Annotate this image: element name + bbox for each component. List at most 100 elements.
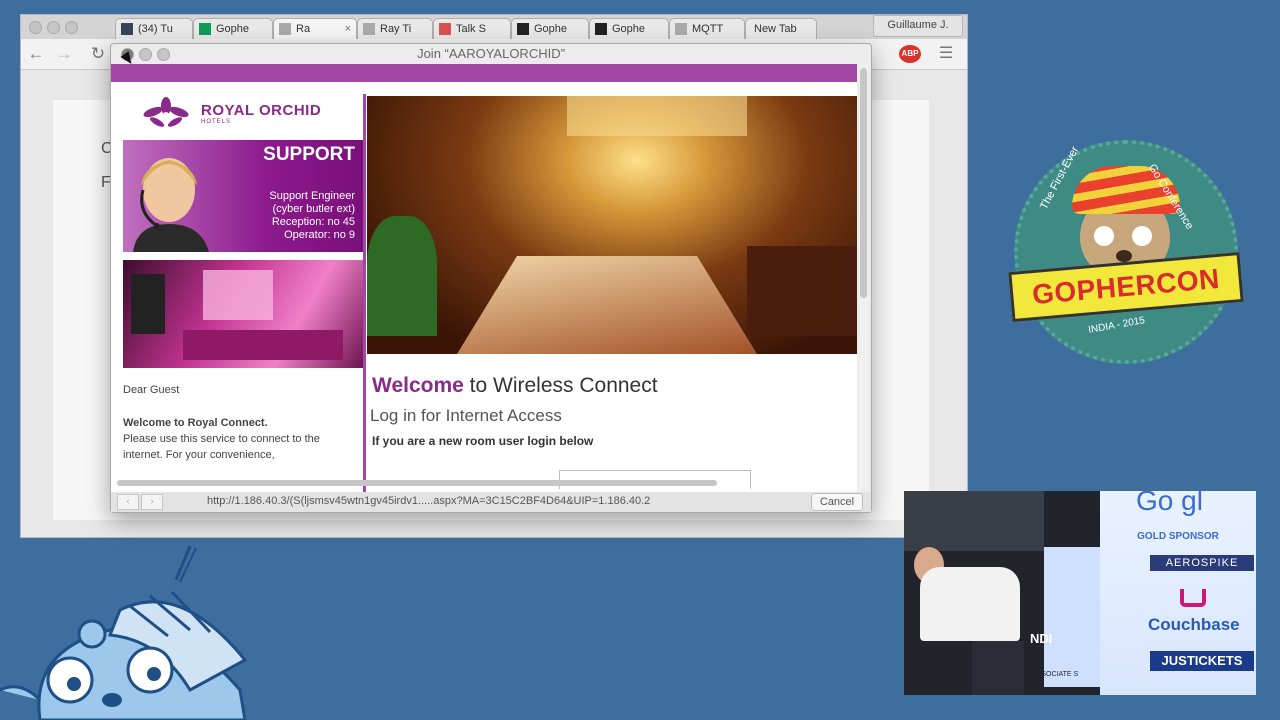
browser-tab[interactable]: New Tab: [745, 18, 817, 39]
couchbase-logo: Couchbase: [1148, 615, 1240, 634]
cancel-button[interactable]: Cancel: [811, 493, 863, 511]
vertical-scroll-thumb[interactable]: [860, 68, 867, 298]
brand-sub: HOTELS: [201, 119, 232, 125]
browser-tab[interactable]: (34) Tu: [115, 18, 193, 39]
support-line: Support Engineer: [269, 190, 355, 202]
intro-paragraph: Please use this service to connect to th…: [123, 433, 320, 461]
login-heading: Log in for Internet Access: [370, 406, 562, 425]
stage-wall: [904, 491, 1044, 551]
support-panel: SUPPORT Support Engineer (cyber butler e…: [123, 140, 363, 252]
minimize-window-icon[interactable]: [47, 21, 60, 34]
welcome-rest: to Wireless Connect: [463, 374, 658, 397]
royal-orchid-logo: ROYAL ORCHID HOTELS: [121, 94, 366, 138]
support-line: Operator: no 9: [284, 229, 355, 241]
tab-label: Gophe: [612, 23, 646, 35]
justickets-logo: JUSTICKETS: [1150, 651, 1254, 671]
dialog-zoom-icon: [157, 48, 170, 61]
tab-bar: (34) Tu Gophe Ra × Ray Ti Talk S Gophe Gophe MQT…: [21, 15, 967, 39]
browser-tab[interactable]: Gophe: [193, 18, 273, 39]
status-url: http://1.186.40.3/(S(ljsmsv45wtn1gv45ird…: [207, 495, 651, 507]
vertical-scrollbar[interactable]: [859, 64, 869, 492]
user-profile-button[interactable]: Guillaume J.: [873, 15, 963, 37]
welcome-headline: Welcome to Wireless Connect: [372, 374, 658, 398]
tv-shape: [131, 274, 165, 334]
support-line: Reception: no 45: [271, 216, 355, 228]
gopher-mascot-illustration: [0, 545, 248, 720]
dear-guest-text: Dear Guest: [123, 384, 180, 396]
support-title: SUPPORT: [263, 144, 355, 165]
window-shape: [203, 270, 273, 320]
gold-sponsor-label: GOLD SPONSOR: [1137, 531, 1219, 542]
gophercon-badge: The First-Ever Go Conference GOPHERCON I…: [1008, 140, 1244, 364]
hotel-lobby-image: [367, 96, 857, 354]
potted-plant: [367, 216, 437, 336]
horizontal-scrollbar[interactable]: [115, 478, 855, 488]
browser-tab[interactable]: Gophe: [511, 18, 589, 39]
banner-left-text: NDI: [1030, 631, 1053, 646]
marble-floor: [457, 256, 757, 354]
dialog-minimize-icon: [139, 48, 152, 61]
support-line: (cyber butler ext): [272, 203, 355, 215]
doc-icon: [675, 23, 687, 35]
sheets-icon: [199, 23, 211, 35]
banner-left-sub: ASSOCIATE S: [1032, 671, 1079, 678]
tab-label: (34) Tu: [138, 23, 173, 35]
login-pane: Welcome to Wireless Connect Log in for I…: [367, 356, 857, 492]
gophercon-title: GOPHERCON: [1030, 262, 1221, 311]
gopher-eye-right: [1132, 226, 1152, 246]
wifi-login-dialog: Join “AAROYALORCHID” ROYAL ORCHID HOTELS: [110, 43, 872, 513]
browser-tab[interactable]: Ra ×: [273, 18, 357, 39]
portal-header-bar: [111, 64, 857, 82]
brand-name: ROYAL ORCHID: [201, 102, 322, 119]
browser-tab[interactable]: Ray Ti: [357, 18, 433, 39]
welcome-word: Welcome: [372, 374, 464, 397]
tab-label: MQTT: [692, 23, 724, 35]
gophercon-banner: GOPHERCON: [1008, 251, 1244, 323]
close-window-icon[interactable]: [29, 21, 42, 34]
aerospike-logo: AEROSPIKE: [1150, 555, 1254, 571]
dialog-footer: ‹ › http://1.186.40.3/(S(ljsmsv45wtn1gv4…: [111, 492, 871, 512]
menu-icon[interactable]: ☰: [935, 43, 957, 65]
doc-icon: [279, 23, 291, 35]
sofa-shape: [183, 330, 343, 360]
reload-icon[interactable]: ↻: [87, 43, 109, 65]
back-nav-icon[interactable]: ‹: [117, 494, 139, 510]
speaker-trousers: [972, 641, 1024, 695]
lobby-seating: [747, 246, 857, 336]
asterisk-icon: [595, 23, 607, 35]
forward-nav-icon[interactable]: ›: [141, 494, 163, 510]
talk-icon: [439, 23, 451, 35]
column-divider: [363, 94, 366, 492]
welcome-royal-text: Welcome to Royal Connect.: [123, 417, 268, 429]
support-agent-image: [133, 158, 209, 252]
support-lines: Support Engineer (cyber butler ext) Rece…: [269, 190, 355, 242]
ceiling-light: [567, 96, 747, 136]
banner-left: NDI ASSOCIATE S: [1030, 547, 1104, 687]
orchid-flower-icon: [143, 97, 189, 127]
gopher-eye-left: [1094, 226, 1114, 246]
adblock-icon[interactable]: ABP: [899, 45, 921, 63]
gopher-nose: [1116, 250, 1132, 262]
asterisk-icon: [517, 23, 529, 35]
tab-label: New Tab: [754, 23, 797, 35]
hotel-room-image: [123, 260, 363, 368]
speaker-shirt: [920, 567, 1020, 641]
zoom-window-icon[interactable]: [65, 21, 78, 34]
horizontal-scroll-thumb[interactable]: [117, 480, 717, 486]
doc-icon: [363, 23, 375, 35]
tab-close-icon[interactable]: ×: [345, 19, 351, 39]
tumblr-icon: [121, 23, 133, 35]
captive-portal-page: ROYAL ORCHID HOTELS SUPPORT Support Engi…: [111, 64, 857, 492]
browser-tab[interactable]: Gophe: [589, 18, 669, 39]
speaker-figure: [910, 547, 1030, 695]
dialog-title: Join “AAROYALORCHID”: [417, 46, 565, 61]
browser-tab[interactable]: Talk S: [433, 18, 511, 39]
sponsor-banner: Go gl GOLD SPONSOR AEROSPIKE Couchbase J…: [1100, 485, 1256, 695]
couchbase-icon: [1180, 589, 1206, 607]
browser-tab[interactable]: MQTT: [669, 18, 745, 39]
speaker-video: NDI ASSOCIATE S Go gl GOLD SPONSOR AEROS…: [904, 485, 1256, 695]
back-arrow-icon[interactable]: ←: [25, 43, 47, 65]
tab-label: Gophe: [534, 23, 568, 35]
tab-label: Ra: [296, 23, 311, 35]
forward-arrow-icon[interactable]: →: [53, 43, 75, 65]
